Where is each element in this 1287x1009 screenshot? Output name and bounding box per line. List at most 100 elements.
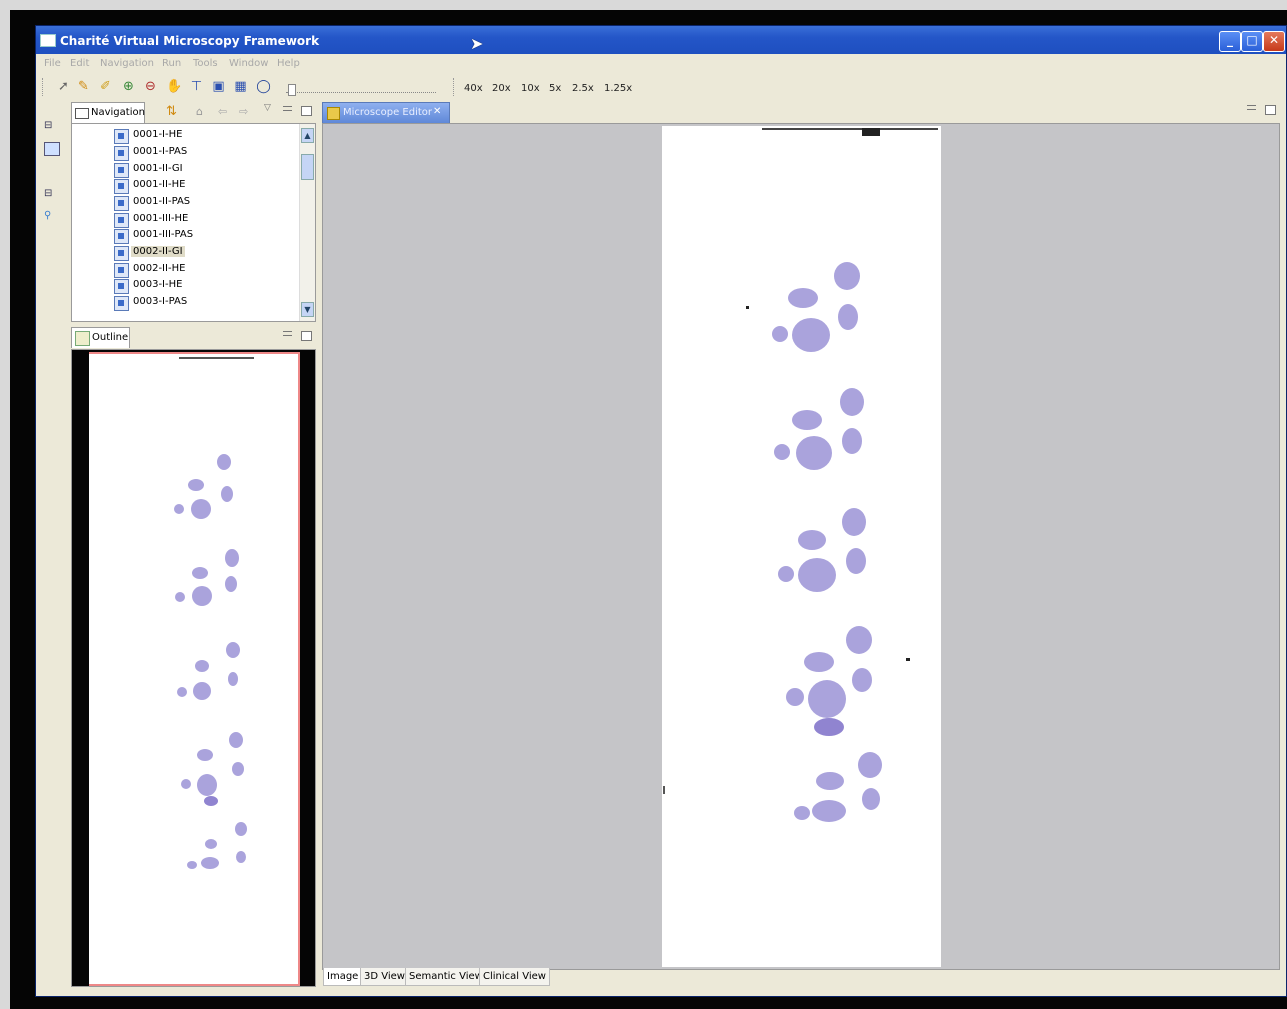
tissue-sample <box>192 567 208 579</box>
maximize-view-icon[interactable] <box>301 106 312 116</box>
list-item-label: 0002-II-GI <box>131 246 185 257</box>
list-item-label: 0003-I-PAS <box>133 296 188 307</box>
tissue-sample <box>187 861 197 869</box>
mag-5x-button[interactable]: 5x <box>549 83 561 94</box>
pencil-icon[interactable]: ✎ <box>76 79 91 94</box>
view-menu-icon[interactable]: ▽ <box>264 103 271 113</box>
side-icon-strip: ⊟ ⊟ ⚲ <box>36 102 68 992</box>
grid-icon[interactable]: ▦ <box>233 79 248 94</box>
minimize-view-icon[interactable] <box>1247 105 1256 110</box>
mag-2-5x-button[interactable]: 2.5x <box>572 83 594 94</box>
tissue-sample <box>236 851 246 863</box>
tab-clinical-view[interactable]: Clinical View <box>479 968 550 986</box>
tissue-sample <box>225 576 237 592</box>
mag-10x-button[interactable]: 10x <box>521 83 540 94</box>
title-bar[interactable]: Charité Virtual Microscopy Framework _ □… <box>36 26 1286 54</box>
list-item-label: 0001-II-GI <box>133 163 183 174</box>
restore-icon[interactable]: ⊟ <box>44 188 58 200</box>
zoom-slider-thumb[interactable] <box>288 84 296 96</box>
tab-navigation[interactable]: Navigation <box>71 102 145 123</box>
mag-1-25x-button[interactable]: 1.25x <box>604 83 632 94</box>
tissue-sample <box>193 682 211 700</box>
tissue-sample <box>834 262 860 290</box>
tissue-sample <box>201 857 219 869</box>
menu-bar: File Edit Navigation Run Tools Window He… <box>36 54 1286 74</box>
minimize-view-icon[interactable] <box>283 106 292 111</box>
circle-icon[interactable]: ◯ <box>256 79 271 94</box>
restore-icon[interactable]: ⊟ <box>44 120 58 132</box>
view-icon[interactable] <box>44 142 60 156</box>
menu-edit[interactable]: Edit <box>70 58 89 69</box>
back-icon[interactable]: ⇦ <box>218 105 227 118</box>
link-icon[interactable]: ⇅ <box>166 104 177 119</box>
tab-semantic-view[interactable]: Semantic View <box>405 968 487 986</box>
tab-outline[interactable]: Outline <box>71 327 130 348</box>
maximize-view-icon[interactable] <box>1265 105 1276 115</box>
maximize-button[interactable]: □ <box>1241 31 1263 52</box>
tissue-sample <box>232 762 244 776</box>
list-item-label: 0001-II-PAS <box>133 196 191 207</box>
forward-icon[interactable]: ⇨ <box>239 105 248 118</box>
outline-view[interactable] <box>71 349 316 987</box>
maximize-view-icon[interactable] <box>301 331 312 341</box>
close-tab-icon[interactable]: ✕ <box>433 106 441 117</box>
debris-mark <box>746 306 749 309</box>
tab-microscope-editor[interactable]: Microscope Editor ✕ <box>322 102 450 123</box>
menu-tools[interactable]: Tools <box>193 58 218 69</box>
zoom-slider[interactable] <box>286 82 436 96</box>
tissue-sample <box>798 558 836 592</box>
microscope-image-view[interactable] <box>322 123 1280 970</box>
layers-icon[interactable]: ▣ <box>211 79 226 94</box>
scroll-thumb[interactable] <box>301 154 314 180</box>
tissue-sample <box>204 796 218 806</box>
slide-label-mark <box>862 128 880 136</box>
menu-help[interactable]: Help <box>277 58 300 69</box>
tissue-sample <box>808 680 846 718</box>
tissue-sample <box>814 718 844 736</box>
zoom-out-icon[interactable]: ⊖ <box>143 79 158 94</box>
tissue-sample <box>842 508 866 536</box>
slide-icon <box>114 129 129 144</box>
minimize-view-icon[interactable] <box>283 331 292 336</box>
search-icon[interactable]: ⚲ <box>44 210 58 222</box>
list-item-label: 0001-I-HE <box>133 129 183 140</box>
mag-40x-button[interactable]: 40x <box>464 83 483 94</box>
zoom-in-icon[interactable]: ⊕ <box>121 79 136 94</box>
multi-pencil-icon[interactable]: ✐ <box>98 79 113 94</box>
tab-image[interactable]: Image <box>323 968 363 986</box>
scroll-down-icon[interactable]: ▼ <box>301 302 314 317</box>
menu-run[interactable]: Run <box>162 58 181 69</box>
app-window: Charité Virtual Microscopy Framework _ □… <box>35 25 1287 997</box>
select-arrow-icon[interactable]: ➚ <box>56 79 71 94</box>
tissue-sample <box>840 388 864 416</box>
stamp-icon[interactable]: ⊤ <box>189 79 204 94</box>
list-item-label: 0001-III-HE <box>133 213 189 224</box>
minimize-button[interactable]: _ <box>1219 31 1241 52</box>
home-icon[interactable]: ⌂ <box>196 105 203 118</box>
tab-outline-label: Outline <box>92 332 129 343</box>
menu-navigation[interactable]: Navigation <box>100 58 154 69</box>
editor-bottom-tabs: Image 3D View Semantic View Clinical Vie… <box>323 968 1278 988</box>
menu-window[interactable]: Window <box>229 58 268 69</box>
mag-20x-button[interactable]: 20x <box>492 83 511 94</box>
slide-icon <box>114 263 129 278</box>
hand-pan-icon[interactable]: ✋ <box>166 79 182 94</box>
navigation-scrollbar[interactable]: ▲ ▼ <box>299 124 315 321</box>
tissue-sample <box>838 304 858 330</box>
mouse-cursor-icon: ➤ <box>470 34 484 53</box>
tissue-sample <box>192 586 212 606</box>
tissue-sample <box>786 688 804 706</box>
outline-icon <box>75 331 90 346</box>
tissue-sample <box>798 530 826 550</box>
close-button[interactable]: ✕ <box>1263 31 1285 52</box>
tissue-sample <box>846 626 872 654</box>
tab-3d-view[interactable]: 3D View <box>360 968 409 986</box>
tissue-sample <box>778 566 794 582</box>
toolbar-separator <box>42 78 44 96</box>
app-window-icon <box>40 34 56 47</box>
tissue-sample <box>812 800 846 822</box>
menu-file[interactable]: File <box>44 58 61 69</box>
tissue-sample <box>772 326 788 342</box>
scroll-up-icon[interactable]: ▲ <box>301 128 314 143</box>
list-item-label: 0003-I-HE <box>133 279 183 290</box>
